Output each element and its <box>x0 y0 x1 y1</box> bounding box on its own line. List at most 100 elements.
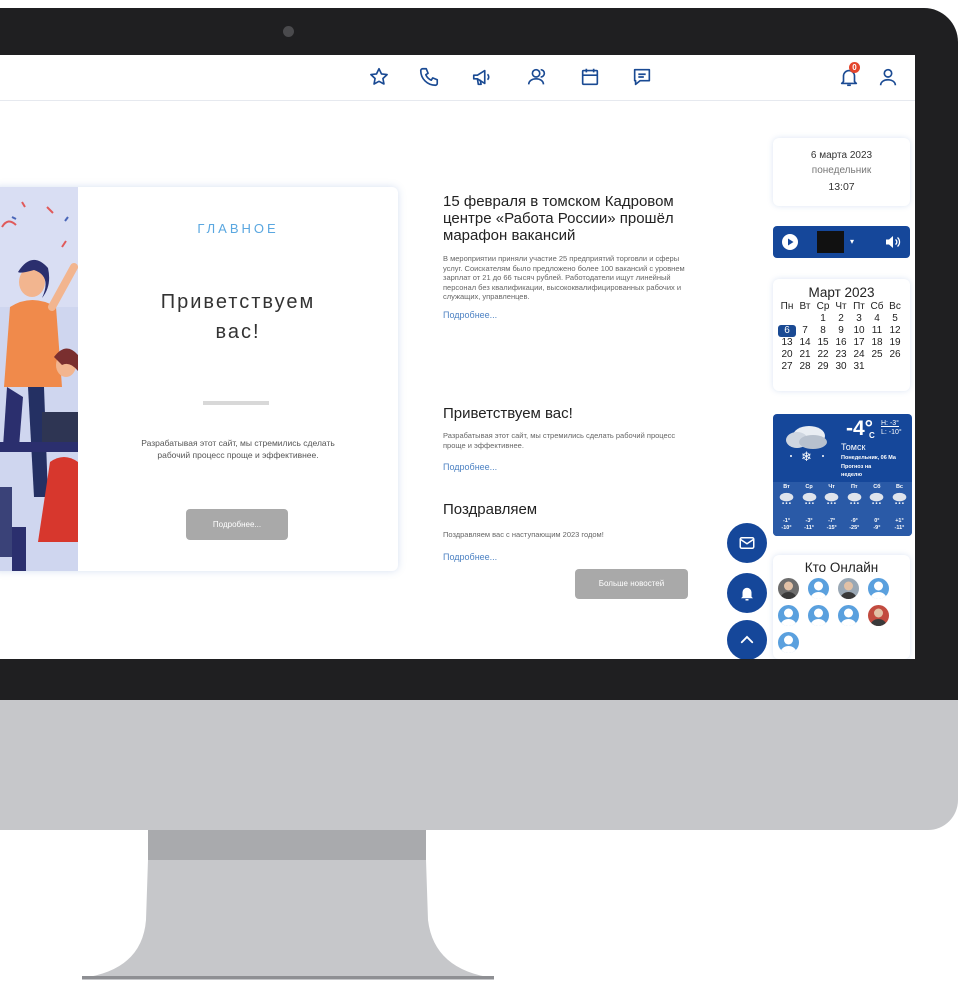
hero-kicker: ГЛАВНОЕ <box>197 221 279 236</box>
station-dropdown-icon[interactable]: ▾ <box>850 237 854 246</box>
weather-forecast-label-1: Прогноз на <box>841 464 872 470</box>
news-more-link[interactable]: Подробнее... <box>443 552 693 562</box>
news-text: В мероприятии приняли участие 25 предпри… <box>443 254 685 301</box>
news-text: Поздравляем вас с наступающим 2023 годом… <box>443 530 604 539</box>
online-title: Кто Онлайн <box>804 560 879 575</box>
calendar-weekday: Чт <box>835 301 847 312</box>
forecast-high: -7° <box>828 518 836 524</box>
calendar-day[interactable]: 27 <box>778 361 796 373</box>
snow-cloud-icon: ❄ <box>786 426 827 464</box>
news-title[interactable]: Поздравляем <box>443 501 693 518</box>
forecast-high: 0° <box>874 518 880 524</box>
star-icon[interactable] <box>368 66 390 88</box>
calendar-day[interactable]: 31 <box>850 361 868 373</box>
calendar-day[interactable]: 9 <box>832 325 850 337</box>
user-default-avatar[interactable] <box>867 577 890 600</box>
monitor-camera <box>283 26 294 37</box>
calendar-weekday: Ср <box>816 301 830 312</box>
calendar-day[interactable]: 29 <box>814 361 832 373</box>
forecast-day: Пт -9° -25° <box>844 484 865 532</box>
calendar-day[interactable]: 14 <box>796 337 814 349</box>
user-photo-avatar[interactable] <box>837 577 860 600</box>
megaphone-icon[interactable] <box>471 66 493 88</box>
svg-text:❄: ❄ <box>801 450 812 464</box>
user-default-avatar[interactable] <box>807 577 830 600</box>
mail-icon <box>739 537 755 549</box>
calendar-day[interactable]: 17 <box>850 337 868 349</box>
more-news-button[interactable]: Больше новостей <box>575 569 688 599</box>
calendar-day[interactable]: 20 <box>778 349 796 361</box>
calendar-day[interactable]: 19 <box>886 337 904 349</box>
calendar-blank <box>796 313 814 325</box>
mail-fab[interactable] <box>727 523 767 563</box>
user-photo-avatar[interactable] <box>777 577 800 600</box>
calendar-day[interactable]: 1 <box>814 313 832 325</box>
calendar-grid: Пн Вт Ср Чт Пт Сб Вс 1 2 3 4 5 6 7 8 9 10 11 12 13 14 15 16 17 1… <box>778 301 910 373</box>
weather-high: H: -3° <box>881 420 899 427</box>
hero-more-button[interactable]: Подробнее... <box>186 509 288 540</box>
news-title[interactable]: 15 февраля в томском Кадровом центре «Ра… <box>443 193 693 244</box>
forecast-day-name: Вс <box>895 484 903 490</box>
user-default-avatar[interactable] <box>777 604 800 627</box>
calendar-day[interactable]: 21 <box>796 349 814 361</box>
calendar-day[interactable]: 16 <box>832 337 850 349</box>
message-icon[interactable] <box>631 66 653 88</box>
radio-player: ▾ <box>773 226 910 258</box>
weather-city[interactable]: Томск <box>841 442 865 452</box>
play-icon[interactable] <box>782 234 798 250</box>
calendar-day[interactable]: 13 <box>778 337 796 349</box>
calendar-day[interactable]: 25 <box>868 349 886 361</box>
news-more-link[interactable]: Подробнее... <box>443 462 693 472</box>
snow-cloud-icon <box>802 492 816 504</box>
calendar-day[interactable]: 28 <box>796 361 814 373</box>
calendar-day[interactable]: 30 <box>832 361 850 373</box>
calendar-day[interactable]: 2 <box>832 313 850 325</box>
forecast-low: -9° <box>873 525 881 531</box>
news-more-link[interactable]: Подробнее... <box>443 310 693 320</box>
volume-icon[interactable] <box>885 235 901 249</box>
calendar-weekday: Вт <box>799 301 811 312</box>
calendar-icon[interactable] <box>579 66 601 88</box>
news-item: Поздравляем Поздравляем вас с наступающи… <box>443 501 693 562</box>
forecast-high: -1° <box>782 518 791 524</box>
news-title[interactable]: Приветствуем вас! <box>443 405 693 422</box>
forecast-high: +1° <box>895 518 904 524</box>
forecast-day-name: Чт <box>828 484 835 490</box>
monitor-stand <box>82 860 494 980</box>
user-default-avatar[interactable] <box>807 604 830 627</box>
calendar-day[interactable]: 7 <box>796 325 814 337</box>
bell-icon <box>741 587 753 601</box>
calendar-day[interactable]: 3 <box>850 313 868 325</box>
forecast-day: Чт -7° -15° <box>821 484 842 532</box>
calendar-day[interactable]: 10 <box>850 325 868 337</box>
calendar-weekday: Вс <box>889 301 901 312</box>
calendar-day[interactable]: 12 <box>886 325 904 337</box>
calendar-day[interactable]: 18 <box>868 337 886 349</box>
online-users-widget: Кто Онлайн <box>773 555 910 659</box>
user-photo-avatar[interactable] <box>867 604 890 627</box>
calendar-day[interactable]: 15 <box>814 337 832 349</box>
calendar-day-today[interactable]: 6 <box>778 325 796 337</box>
calendar-day[interactable]: 5 <box>886 313 904 325</box>
snow-cloud-icon <box>779 492 794 504</box>
calendar-day[interactable]: 24 <box>850 349 868 361</box>
forecast-low: -11° <box>894 525 905 531</box>
calendar-day[interactable]: 23 <box>832 349 850 361</box>
scroll-top-fab[interactable] <box>727 620 767 659</box>
calendar-day[interactable]: 11 <box>868 325 886 337</box>
calendar-blank <box>778 313 796 325</box>
radio-station-logo <box>817 231 844 253</box>
user-profile-icon[interactable] <box>877 66 899 88</box>
monitor-neck <box>148 830 426 860</box>
notification-fab[interactable] <box>727 573 767 613</box>
calendar-day[interactable]: 4 <box>868 313 886 325</box>
calendar-day[interactable]: 26 <box>886 349 904 361</box>
calendar-day[interactable]: 22 <box>814 349 832 361</box>
user-default-avatar[interactable] <box>777 631 800 654</box>
weather-low: L: -10° <box>881 429 902 436</box>
calendar-day[interactable]: 8 <box>814 325 832 337</box>
phone-icon[interactable] <box>418 66 440 88</box>
user-default-avatar[interactable] <box>837 604 860 627</box>
users-icon[interactable] <box>526 66 548 88</box>
hero-title-line-2: вас! <box>215 321 261 343</box>
